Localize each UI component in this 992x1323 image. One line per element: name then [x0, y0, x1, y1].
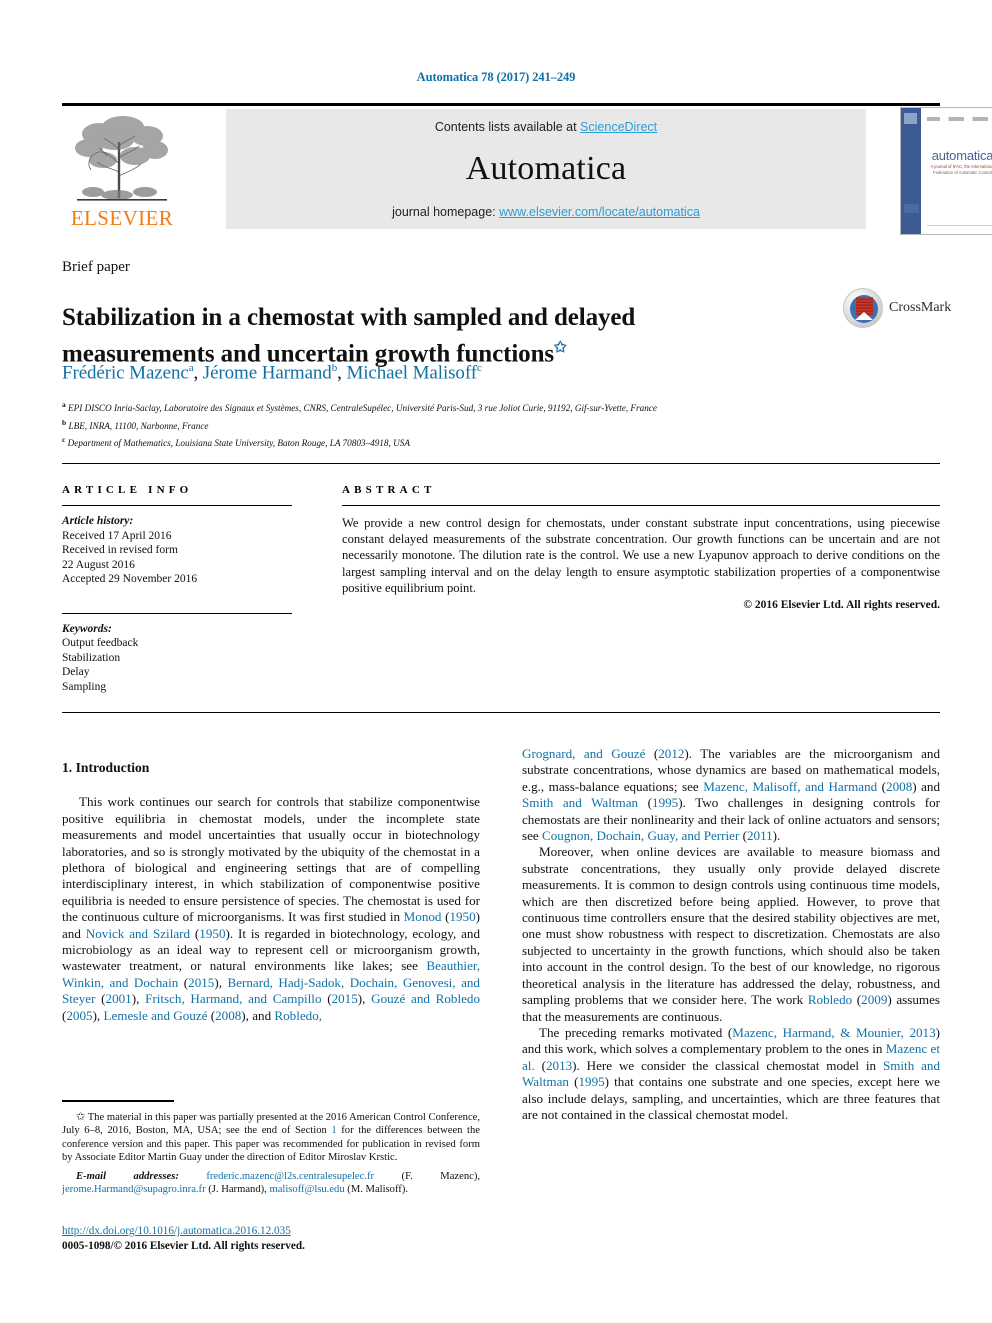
- info-block-top-rule: [62, 463, 940, 464]
- author-list: Frédéric Mazenca, Jérome Harmandb, Micha…: [62, 362, 482, 384]
- contents-list-line: Contents lists available at ScienceDirec…: [226, 120, 866, 134]
- keyword-item-0: Output feedback: [62, 637, 139, 649]
- masthead-top-rule: [62, 103, 940, 106]
- sciencedirect-band: Contents lists available at ScienceDirec…: [226, 109, 866, 229]
- article-info-column: ARTICLE INFO Article history: Received 1…: [62, 484, 292, 694]
- author-name-1[interactable]: Jérome Harmand: [203, 362, 332, 383]
- elsevier-logo: ELSEVIER: [62, 109, 182, 229]
- author-name-2[interactable]: Michael Malisoff: [346, 362, 477, 383]
- keyword-item-3: Sampling: [62, 680, 107, 693]
- journal-masthead: ELSEVIER Contents lists available at Sci…: [62, 103, 992, 235]
- section-heading-introduction: 1. Introduction: [62, 760, 150, 775]
- affiliation-item: b LBE, INRA, 11100, Narbonne, France: [62, 416, 862, 434]
- ifac-badge-icon: [904, 204, 919, 213]
- article-history-block: Article history: Received 17 April 2016 …: [62, 514, 292, 587]
- article-type-label: Brief paper: [62, 259, 130, 275]
- info-block-bottom-rule: [62, 712, 940, 713]
- cover-journal-title: automatica: [931, 148, 992, 163]
- doi-block: http://dx.doi.org/10.1016/j.automatica.2…: [62, 1224, 492, 1253]
- sciencedirect-link[interactable]: ScienceDirect: [580, 120, 657, 134]
- keywords-rule: [62, 612, 292, 614]
- abstract-text: We provide a new control design for chem…: [342, 516, 940, 595]
- affiliation-list: a EPI DISCO Inria-Saclay, Laboratoire de…: [62, 398, 862, 451]
- cover-subtitle: A journal of IFAC, the International Fed…: [927, 164, 992, 176]
- intro-paragraph-right-2: Moreover, when online devices are availa…: [522, 844, 940, 1024]
- keywords-label: Keywords:: [62, 622, 112, 635]
- affiliation-text-0: EPI DISCO Inria-Saclay, Laboratoire des …: [68, 403, 657, 414]
- elsevier-tree-icon: [69, 112, 175, 206]
- title-line-1: Stabilization in a chemostat with sample…: [62, 303, 636, 331]
- cover-subtitle-line2: Federation of Automatic Control: [933, 170, 992, 175]
- affiliation-text-2: Department of Mathematics, Louisiana Sta…: [67, 438, 410, 449]
- affiliation-item: c Department of Mathematics, Louisiana S…: [62, 433, 862, 451]
- paper-page: Automatica 78 (2017) 241–249 ELSEVIER Co…: [0, 0, 992, 1323]
- footnote-emails: E-mail addresses: frederic.mazenc@l2s.ce…: [62, 1170, 480, 1197]
- email-addresses-label: E-mail addresses:: [76, 1170, 179, 1182]
- footnote-star-note: ✩ The material in this paper was partial…: [62, 1111, 480, 1164]
- history-item-2: 22 August 2016: [62, 558, 135, 571]
- article-info-heading: ARTICLE INFO: [62, 484, 193, 496]
- journal-cover-thumbnail: automatica A journal of IFAC, the Intern…: [900, 107, 992, 235]
- cover-subtitle-line1: A journal of IFAC, the International: [930, 164, 992, 169]
- body-left-column: 1. Introduction This work continues our …: [62, 760, 480, 1024]
- cover-left-bar: [901, 108, 921, 234]
- keyword-item-2: Delay: [62, 666, 90, 678]
- affiliation-sup-1: b: [62, 417, 67, 427]
- cover-bottom-rule: [927, 225, 992, 226]
- history-item-0: Received 17 April 2016: [62, 529, 172, 542]
- journal-homepage-line: journal homepage: www.elsevier.com/locat…: [226, 205, 866, 219]
- running-head: Automatica 78 (2017) 241–249: [416, 70, 576, 84]
- footnote-block: ✩ The material in this paper was partial…: [62, 1111, 480, 1196]
- article-history-label: Article history:: [62, 515, 134, 527]
- affiliation-sup-2: c: [62, 435, 66, 445]
- cover-header-text-rule: [927, 117, 992, 121]
- abstract-heading: ABSTRACT: [342, 484, 436, 496]
- affiliation-item: a EPI DISCO Inria-Saclay, Laboratoire de…: [62, 398, 862, 416]
- abstract-rule: [342, 505, 940, 506]
- keywords-block: Keywords: Output feedback Stabilization …: [62, 622, 292, 695]
- article-info-rule: [62, 505, 292, 506]
- abstract-column: ABSTRACT We provide a new control design…: [342, 484, 940, 611]
- history-item-1: Received in revised form: [62, 544, 178, 556]
- doi-link[interactable]: http://dx.doi.org/10.1016/j.automatica.2…: [62, 1225, 291, 1237]
- crossmark-badge[interactable]: CrossMark: [843, 288, 951, 330]
- keyword-item-1: Stabilization: [62, 651, 121, 664]
- author-name-0[interactable]: Frédéric Mazenc: [62, 362, 189, 383]
- affiliation-text-1: LBE, INRA, 11100, Narbonne, France: [68, 420, 209, 431]
- cover-top-icon: [904, 113, 917, 124]
- intro-paragraph-right-1: Grognard, and Gouzé (2012). The variable…: [522, 746, 941, 844]
- intro-paragraph-right-3: The preceding remarks motivated (Mazenc,…: [522, 1024, 941, 1122]
- footnote-separator-rule: [62, 1100, 174, 1102]
- crossmark-triangle-icon: [855, 312, 873, 320]
- homepage-prefix: journal homepage:: [392, 205, 500, 219]
- affiliation-sup-0: a: [62, 400, 66, 409]
- author-sup-2: c: [476, 362, 482, 374]
- body-right-column: Grognard, and Gouzé (2012). The variable…: [522, 746, 940, 1123]
- elsevier-wordmark: ELSEVIER: [70, 206, 174, 230]
- abstract-copyright: © 2016 Elsevier Ltd. All rights reserved…: [743, 599, 940, 612]
- crossmark-circle-icon: [843, 288, 883, 328]
- journal-homepage-link[interactable]: www.elsevier.com/locate/automatica: [499, 205, 700, 219]
- history-item-3: Accepted 29 November 2016: [62, 573, 198, 585]
- title-footnote-marker[interactable]: ✩: [554, 340, 567, 356]
- page-title: Stabilization in a chemostat with sample…: [62, 302, 762, 369]
- journal-title: Automatica: [465, 150, 627, 187]
- contents-list-prefix: Contents lists available at: [434, 120, 581, 134]
- intro-paragraph-left: This work continues our search for contr…: [62, 794, 481, 1023]
- crossmark-label: CrossMark: [889, 300, 952, 315]
- issn-copyright-line: 0005-1098/© 2016 Elsevier Ltd. All right…: [62, 1239, 305, 1252]
